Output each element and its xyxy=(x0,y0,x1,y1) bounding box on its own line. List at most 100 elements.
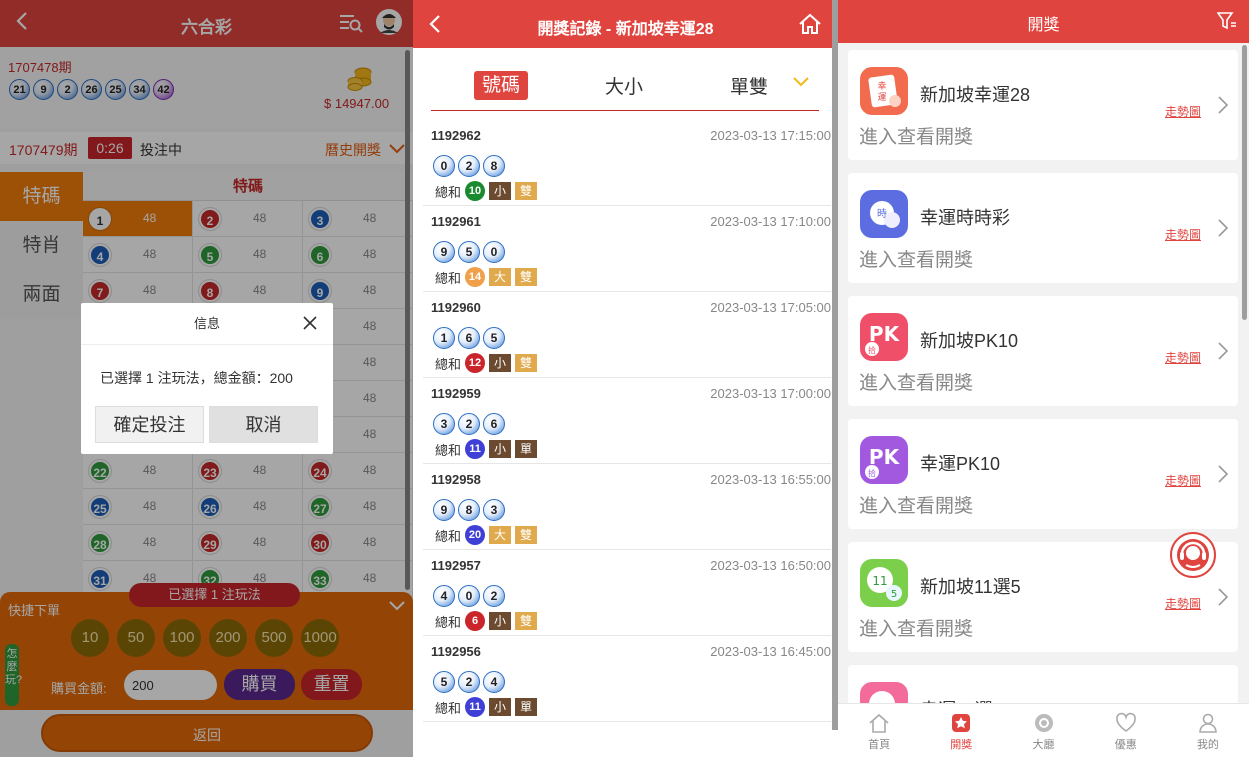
ssc-icon: 時 xyxy=(860,190,908,238)
confirm-bet-button[interactable]: 確定投注 xyxy=(95,406,204,443)
card-subtitle: 進入查看開獎 xyxy=(859,250,974,271)
sum-label: 總和 xyxy=(435,614,462,630)
record-ball: 3 xyxy=(433,413,455,435)
record-sum: 總和 14 大雙 xyxy=(435,267,538,287)
record-issue: 1192961 xyxy=(431,214,481,229)
record-issue: 1192959 xyxy=(431,386,481,401)
card-subtitle: 進入查看開獎 xyxy=(859,127,974,148)
bottom-nav: 首頁 開獎 大廳 優惠 我的 xyxy=(838,703,1249,757)
record-balls: 983 xyxy=(433,499,505,521)
trend-chart-link[interactable]: 走勢圖 xyxy=(1165,349,1201,366)
lottery-card[interactable]: 幸運新加坡幸運28 走勢圖 進入查看開獎 xyxy=(848,50,1238,160)
lottery-card[interactable]: PK 拾幸運PK10 走勢圖 進入查看開獎 xyxy=(848,419,1238,529)
record-balls: 950 xyxy=(433,241,505,263)
record-row: 1192962 2023-03-13 17:15:00 0 2 8 總和 10 小雙 xyxy=(423,120,831,206)
size-tag: 小 xyxy=(489,440,512,458)
record-time: 2023-03-13 17:05:00 xyxy=(710,300,831,315)
info-dialog: 信息 已選擇 1 注玩法，總金額：200 確定投注 取消 xyxy=(81,303,333,454)
chevron-right-icon[interactable] xyxy=(1218,219,1229,237)
svg-text:5: 5 xyxy=(891,589,897,600)
record-ball: 8 xyxy=(483,155,505,177)
record-time: 2023-03-13 16:50:00 xyxy=(710,558,831,573)
record-ball: 9 xyxy=(433,499,455,521)
nav-draw[interactable]: 開獎 xyxy=(920,704,1002,757)
card-name: 新加坡幸運28 xyxy=(920,85,1031,105)
record-sum: 總和 10 小雙 xyxy=(435,181,538,201)
nav-home[interactable]: 首頁 xyxy=(838,704,920,757)
pk10-icon: PK 拾 xyxy=(860,313,908,361)
tab-size[interactable]: 大小 xyxy=(605,72,643,99)
parity-tag: 單 xyxy=(515,440,538,458)
sum-label: 總和 xyxy=(435,528,462,544)
filter-icon[interactable] xyxy=(1217,12,1237,30)
record-ball: 0 xyxy=(458,585,480,607)
chevron-down-icon[interactable] xyxy=(793,77,809,87)
svg-text:運: 運 xyxy=(877,92,886,103)
card-subtitle: 進入查看開獎 xyxy=(859,373,974,394)
nav-label: 我的 xyxy=(1196,739,1219,751)
record-ball: 2 xyxy=(483,585,505,607)
record-row: 1192960 2023-03-13 17:05:00 1 6 5 總和 12 小雙 xyxy=(423,292,831,378)
draw-records-panel: 開獎記錄 - 新加坡幸運28 號碼 大小 單雙 1192962 2023-03-1… xyxy=(413,0,838,757)
trend-chart-link[interactable]: 走勢圖 xyxy=(1165,103,1201,120)
record-sum: 總和 11 小單 xyxy=(435,697,538,717)
sum-ball: 12 xyxy=(465,353,486,373)
nav-label: 大廳 xyxy=(1032,739,1055,751)
cancel-button[interactable]: 取消 xyxy=(209,406,318,443)
record-ball: 3 xyxy=(483,499,505,521)
sum-label: 總和 xyxy=(435,270,462,286)
pk10-purple-icon: PK 拾 xyxy=(860,436,908,484)
lottery-cards: 幸運新加坡幸運28 走勢圖 進入查看開獎時幸運時時彩 走勢圖 進入查看開獎 PK 拾新加坡P… xyxy=(848,50,1238,757)
parity-tag: 雙 xyxy=(515,182,538,200)
record-issue: 1192960 xyxy=(431,300,481,315)
dialog-message: 已選擇 1 注玩法，總金額：200 xyxy=(100,370,293,386)
record-sum: 總和 12 小雙 xyxy=(435,353,538,373)
record-ball: 6 xyxy=(458,327,480,349)
chevron-right-icon[interactable] xyxy=(1218,342,1229,360)
11x5-icon: 11 5 xyxy=(860,559,908,607)
trend-chart-link[interactable]: 走勢圖 xyxy=(1165,595,1201,612)
chevron-right-icon[interactable] xyxy=(1218,588,1229,606)
close-icon[interactable] xyxy=(303,316,317,330)
nav-promo[interactable]: 優惠 xyxy=(1085,704,1167,757)
record-row: 1192959 2023-03-13 17:00:00 3 2 6 總和 11 小單 xyxy=(423,378,831,464)
card-name: 新加坡11選5 xyxy=(920,577,1021,597)
customer-service-icon[interactable] xyxy=(1170,532,1216,578)
nav-lobby[interactable]: 大廳 xyxy=(1002,704,1084,757)
scrollbar[interactable] xyxy=(1242,45,1247,320)
record-balls: 028 xyxy=(433,155,505,177)
sum-ball: 10 xyxy=(465,181,486,201)
sum-ball: 6 xyxy=(465,611,486,631)
record-ball: 2 xyxy=(458,413,480,435)
record-ball: 2 xyxy=(458,671,480,693)
nav-profile[interactable]: 我的 xyxy=(1167,704,1249,757)
size-tag: 大 xyxy=(489,526,512,544)
parity-tag: 單 xyxy=(515,698,538,716)
trend-chart-link[interactable]: 走勢圖 xyxy=(1165,226,1201,243)
card-subtitle: 進入查看開獎 xyxy=(859,619,974,640)
record-issue: 1192958 xyxy=(431,472,481,487)
record-sum: 總和 6 小雙 xyxy=(435,611,538,631)
chevron-right-icon[interactable] xyxy=(1218,465,1229,483)
page-title: 開獎記錄 - 新加坡幸運28 xyxy=(537,21,714,38)
lottery-card[interactable]: PK 拾新加坡PK10 走勢圖進入查看開獎 xyxy=(848,296,1238,406)
star-badge-icon xyxy=(952,714,971,732)
chevron-right-icon[interactable] xyxy=(1218,96,1229,114)
home-icon xyxy=(869,713,889,733)
heart-icon xyxy=(1115,712,1136,732)
trend-chart-link[interactable]: 走勢圖 xyxy=(1165,472,1201,489)
card-name: 新加坡PK10 xyxy=(920,331,1019,351)
dialog-title: 信息 xyxy=(81,303,333,345)
card-subtitle: 進入查看開獎 xyxy=(859,496,974,517)
tab-number[interactable]: 號碼 xyxy=(474,71,529,100)
record-sum: 總和 11 小單 xyxy=(435,439,538,459)
sum-ball: 11 xyxy=(465,439,486,459)
record-issue: 1192962 xyxy=(431,128,481,143)
record-time: 2023-03-13 17:10:00 xyxy=(710,214,831,229)
user-icon xyxy=(1199,713,1217,733)
tab-parity[interactable]: 單雙 xyxy=(730,72,768,99)
header-bar: 開獎記錄 - 新加坡幸運28 xyxy=(413,0,838,48)
lottery-card[interactable]: 時 幸運時時彩 走勢圖 進入查看開獎 xyxy=(848,173,1238,283)
home-icon[interactable] xyxy=(798,12,822,36)
record-balls: 165 xyxy=(433,327,505,349)
